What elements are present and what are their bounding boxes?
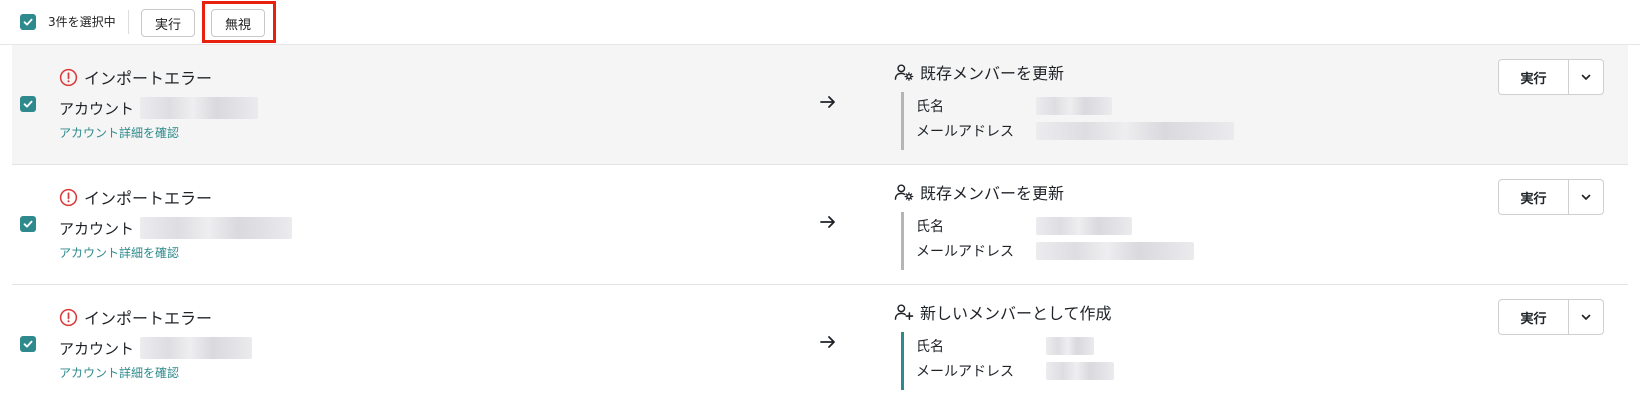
member-detail: 氏名 メールアドレス [901,212,1194,270]
email-label: メールアドレス [916,124,1014,140]
bulk-execute-button[interactable]: 実行 [141,9,195,37]
member-detail: 氏名 メールアドレス [901,332,1114,390]
account-line: アカウント [59,97,259,119]
import-row: インポートエラー アカウント アカウント詳細を確認 既存メンバーを更新 氏名 メ… [12,45,1628,165]
import-error-title: インポートエラー [59,305,212,329]
arrow-right-icon [820,96,835,108]
toolbar-divider [128,10,129,34]
status-title: インポートエラー [84,69,213,88]
row-execute-button[interactable]: 実行 [1499,300,1569,334]
import-row: インポートエラー アカウント アカウント詳細を確認 新しいメンバーとして作成 氏… [12,285,1628,405]
account-detail-link[interactable]: アカウント詳細を確認 [59,244,179,261]
account-detail-link[interactable]: アカウント詳細を確認 [59,124,179,141]
row-execute-button[interactable]: 実行 [1499,180,1569,214]
email-value-redacted [1036,122,1234,140]
account-detail-link[interactable]: アカウント詳細を確認 [59,364,179,381]
action-title-text: 新しいメンバーとして作成 [920,304,1112,323]
import-error-title: インポートエラー [59,65,212,89]
action-title-text: 既存メンバーを更新 [920,184,1065,203]
name-label: 氏名 [916,99,944,115]
name-label: 氏名 [916,339,944,355]
account-label: アカウント [59,99,135,118]
account-value-redacted [140,97,259,119]
account-label: アカウント [59,339,135,358]
execute-split-button: 実行 [1498,179,1604,215]
import-row: インポートエラー アカウント アカウント詳細を確認 既存メンバーを更新 氏名 メ… [12,165,1628,285]
name-value-redacted [1046,337,1094,355]
action-title: 既存メンバーを更新 [894,180,1064,204]
chevron-down-icon [1581,314,1591,320]
name-value-redacted [1036,97,1112,115]
status-title: インポートエラー [84,189,213,208]
arrow-right-icon [820,216,835,228]
action-title: 新しいメンバーとして作成 [894,300,1112,324]
execute-split-button: 実行 [1498,59,1604,95]
check-icon [23,18,33,26]
action-title-text: 既存メンバーを更新 [920,64,1065,83]
email-label: メールアドレス [916,244,1014,260]
status-title: インポートエラー [84,309,213,328]
ignore-button-highlight [202,1,276,43]
account-line: アカウント [59,337,253,359]
account-value-redacted [140,217,293,239]
email-value-redacted [1046,362,1114,380]
error-circle-icon [59,308,78,326]
name-label: 氏名 [916,219,944,235]
user-gear-icon [894,184,914,201]
email-value-redacted [1036,242,1194,260]
execute-dropdown-toggle[interactable] [1569,180,1603,214]
row-checkbox[interactable] [20,336,36,352]
check-icon [23,220,33,228]
row-checkbox[interactable] [20,96,36,112]
execute-dropdown-toggle[interactable] [1569,300,1603,334]
error-circle-icon [59,68,78,86]
action-title: 既存メンバーを更新 [894,60,1064,84]
user-gear-icon [894,64,914,81]
import-error-title: インポートエラー [59,185,212,209]
user-plus-icon [894,304,914,320]
chevron-down-icon [1581,74,1591,80]
row-checkbox[interactable] [20,216,36,232]
execute-split-button: 実行 [1498,299,1604,335]
arrow-right-icon [820,336,835,348]
member-detail: 氏名 メールアドレス [901,92,1234,150]
name-value-redacted [1036,217,1132,235]
account-label: アカウント [59,219,135,238]
account-value-redacted [140,337,253,359]
email-label: メールアドレス [916,364,1014,380]
error-circle-icon [59,188,78,206]
row-execute-button[interactable]: 実行 [1499,60,1569,94]
account-line: アカウント [59,217,293,239]
select-all-checkbox[interactable] [20,14,36,30]
chevron-down-icon [1581,194,1591,200]
check-icon [23,100,33,108]
execute-dropdown-toggle[interactable] [1569,60,1603,94]
bulk-action-toolbar: 3件を選択中 実行 無視 [0,0,1640,45]
check-icon [23,340,33,348]
selection-count: 3件を選択中 [48,15,116,29]
